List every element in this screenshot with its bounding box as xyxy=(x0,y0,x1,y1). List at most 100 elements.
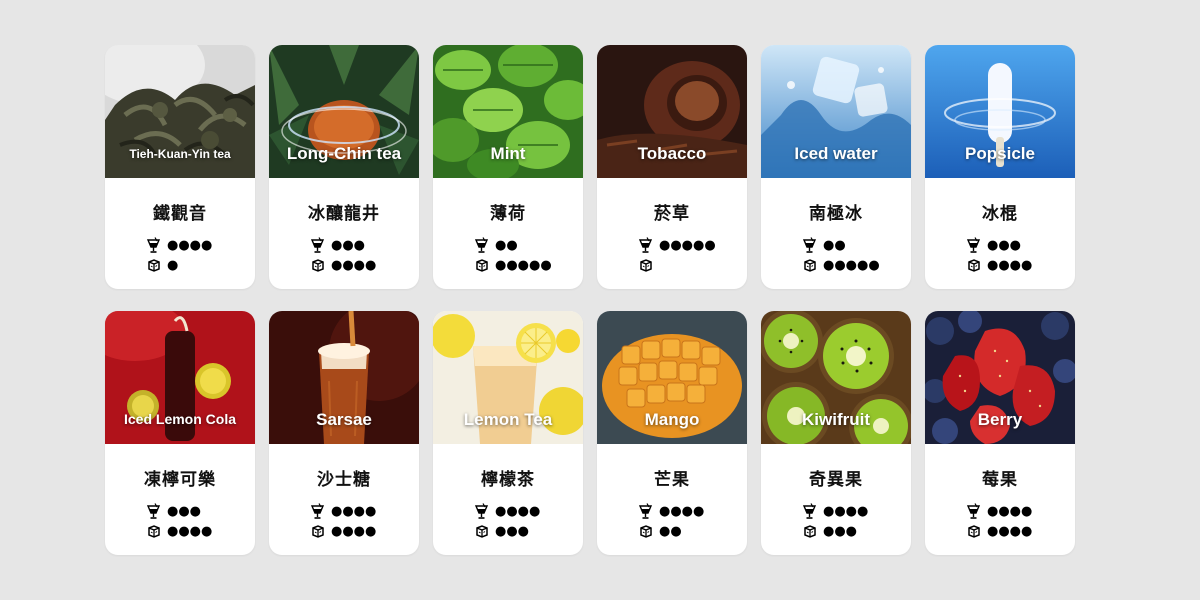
cooling-intensity-dots: ●●●●● xyxy=(495,257,552,273)
cooling-intensity-row: ●● xyxy=(638,521,747,541)
ice-cube-icon xyxy=(804,524,816,538)
flavor-english-name: Long-Chin tea xyxy=(286,144,402,163)
drink-glass-icon xyxy=(310,236,325,253)
ice-cube-icon xyxy=(148,258,160,272)
flavor-english-name: Iced water xyxy=(794,144,878,163)
flavor-intensity-dots: ●●●● xyxy=(659,503,705,519)
cooling-intensity-row: ●●●●● xyxy=(474,255,583,275)
ice-cube-icon xyxy=(476,258,488,272)
flavor-photo: Iced Lemon Cola xyxy=(105,311,255,444)
flavor-chinese-name: 檸檬茶 xyxy=(481,470,535,490)
flavor-intensity-row: ●●●● xyxy=(802,501,911,521)
cooling-intensity-dots: ●●●●● xyxy=(823,257,880,273)
cooling-intensity-row: ●●●● xyxy=(966,255,1075,275)
drink-glass-icon xyxy=(802,236,817,253)
flavor-ratings: ●● ●●●●● xyxy=(761,235,911,275)
flavor-card-mango[interactable]: Mango 芒果 ●●●● ●● xyxy=(597,311,747,555)
flavor-ratings: ●●●●● xyxy=(597,235,747,275)
flavor-english-name: Tobacco xyxy=(637,144,707,163)
flavor-english-name: Mint xyxy=(490,144,526,163)
flavor-ratings: ●●● ●●●● xyxy=(105,501,255,541)
flavor-intensity-row: ●●● xyxy=(310,235,419,255)
drink-glass-icon xyxy=(966,236,981,253)
flavor-card-berry[interactable]: Berry 莓果 ●●●● ●●●● xyxy=(925,311,1075,555)
flavor-intensity-dots: ●●●● xyxy=(495,503,541,519)
drink-glass-icon xyxy=(638,236,653,253)
flavor-photo: Tieh-Kuan-Yin tea xyxy=(105,45,255,178)
flavor-chinese-name: 鐵觀音 xyxy=(153,204,207,224)
cooling-intensity-row xyxy=(638,255,747,275)
flavor-intensity-dots: ●●● xyxy=(987,237,1022,253)
ice-cube-icon xyxy=(476,524,488,538)
flavor-card-iced-lemon-cola[interactable]: Iced Lemon Cola 凍檸可樂 ●●● ●●●● xyxy=(105,311,255,555)
flavor-intensity-dots: ●● xyxy=(823,237,846,253)
flavor-photo: Lemon Tea xyxy=(433,311,583,444)
flavor-card-popsicle[interactable]: Popsicle 冰棍 ●●● ●●●● xyxy=(925,45,1075,289)
cooling-intensity-dots: ●●● xyxy=(823,523,858,539)
drink-glass-icon xyxy=(310,502,325,519)
flavor-card-long-chin-tea[interactable]: Long-Chin tea 冰釀龍井 ●●● ●●●● xyxy=(269,45,419,289)
cooling-intensity-dots: ●●●● xyxy=(331,257,377,273)
flavor-intensity-row: ●●●● xyxy=(966,501,1075,521)
flavor-photo: Tobacco xyxy=(597,45,747,178)
flavor-english-name: Iced Lemon Cola xyxy=(123,411,237,427)
cooling-intensity-dots: ●●●● xyxy=(331,523,377,539)
flavor-ratings: ●● ●●●●● xyxy=(433,235,583,275)
drink-glass-icon xyxy=(638,502,653,519)
flavor-ratings: ●●●● ●●●● xyxy=(269,501,419,541)
flavor-card-kiwifruit[interactable]: Kiwifruit 奇異果 ●●●● ●●● xyxy=(761,311,911,555)
flavor-intensity-row: ●●●● xyxy=(474,501,583,521)
drink-glass-icon xyxy=(802,502,817,519)
flavor-intensity-row: ●●●● xyxy=(146,235,255,255)
drink-glass-icon xyxy=(474,236,489,253)
cooling-intensity-row: ●●● xyxy=(802,521,911,541)
flavor-english-name: Mango xyxy=(644,410,700,429)
flavor-card-mint[interactable]: Mint 薄荷 ●● ●●●●● xyxy=(433,45,583,289)
flavor-chinese-name: 南極冰 xyxy=(809,204,863,224)
cooling-intensity-row: ● xyxy=(146,255,255,275)
flavor-chinese-name: 芒果 xyxy=(654,470,690,490)
flavor-ratings: ●●●● ●● xyxy=(597,501,747,541)
cooling-intensity-row: ●●● xyxy=(474,521,583,541)
cooling-intensity-row: ●●●● xyxy=(310,255,419,275)
cooling-intensity-row: ●●●● xyxy=(310,521,419,541)
flavor-intensity-dots: ●●●● xyxy=(987,503,1033,519)
flavor-intensity-dots: ●● xyxy=(495,237,518,253)
flavor-photo: Berry xyxy=(925,311,1075,444)
flavor-english-name: Kiwifruit xyxy=(802,410,870,429)
flavor-chinese-name: 冰釀龍井 xyxy=(308,204,380,224)
flavor-chinese-name: 冰棍 xyxy=(982,204,1018,224)
flavor-card-tieh-kuan-yin[interactable]: Tieh-Kuan-Yin tea 鐵觀音 ●●●● ● xyxy=(105,45,255,289)
flavor-intensity-dots: ●●●●● xyxy=(659,237,716,253)
flavor-intensity-dots: ●●●● xyxy=(167,237,213,253)
ice-cube-icon xyxy=(640,258,652,272)
flavor-card-iced-water[interactable]: Iced water 南極冰 ●● ●●●●● xyxy=(761,45,911,289)
cooling-intensity-dots: ● xyxy=(167,257,179,273)
cooling-intensity-row: ●●●● xyxy=(966,521,1075,541)
flavor-card-tobacco[interactable]: Tobacco 菸草 ●●●●● xyxy=(597,45,747,289)
cooling-intensity-dots: ●● xyxy=(659,523,682,539)
drink-glass-icon xyxy=(146,502,161,519)
flavor-chinese-name: 沙士糖 xyxy=(317,470,371,490)
ice-cube-icon xyxy=(148,524,160,538)
drink-glass-icon xyxy=(474,502,489,519)
flavor-intensity-row: ●●●● xyxy=(638,501,747,521)
ice-cube-icon xyxy=(312,258,324,272)
ice-cube-icon xyxy=(968,524,980,538)
flavor-chinese-name: 凍檸可樂 xyxy=(144,470,216,490)
flavor-english-name: Berry xyxy=(977,410,1023,429)
drink-glass-icon xyxy=(966,502,981,519)
ice-cube-icon xyxy=(640,524,652,538)
cooling-intensity-row: ●●●●● xyxy=(802,255,911,275)
flavor-card-lemon-tea[interactable]: Lemon Tea 檸檬茶 ●●●● ●●● xyxy=(433,311,583,555)
flavor-card-sarsae[interactable]: Sarsae 沙士糖 ●●●● ●●●● xyxy=(269,311,419,555)
flavor-english-name: Tieh-Kuan-Yin tea xyxy=(129,147,231,161)
ice-cube-icon xyxy=(312,524,324,538)
flavor-intensity-row: ●●●●● xyxy=(638,235,747,255)
flavor-ratings: ●●●● ●●● xyxy=(433,501,583,541)
flavor-intensity-dots: ●●●● xyxy=(331,503,377,519)
flavor-intensity-row: ●● xyxy=(474,235,583,255)
flavor-chinese-name: 薄荷 xyxy=(490,204,526,224)
flavor-intensity-dots: ●●●● xyxy=(823,503,869,519)
flavor-ratings: ●●●● ● xyxy=(105,235,255,275)
